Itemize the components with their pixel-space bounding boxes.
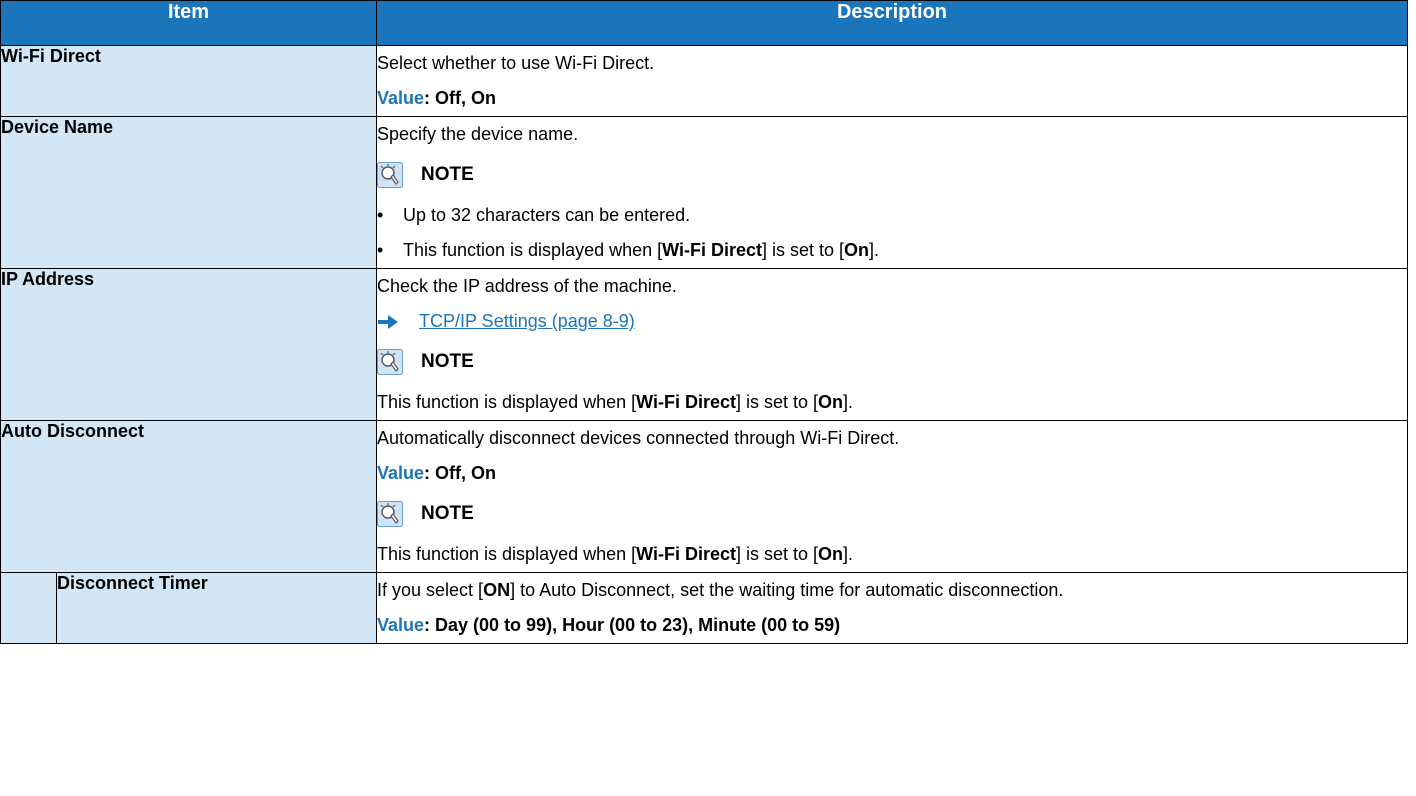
text-segment: This function is displayed when [ (377, 392, 637, 412)
bullet-text: This function is displayed when [Wi-Fi D… (403, 233, 879, 268)
lightbulb-note-icon (377, 349, 403, 375)
description-cell: Specify the device name. NOTE • Up to 32 … (376, 116, 1408, 269)
arrow-right-icon (377, 314, 399, 330)
bullet-icon: • (377, 240, 384, 260)
value-line: Value: Off, On (377, 456, 1407, 491)
table-header-row: Item Description (0, 0, 1408, 46)
value-line: Value: Off, On (377, 81, 1407, 116)
description-cell: Select whether to use Wi-Fi Direct. Valu… (376, 45, 1408, 117)
table-row: IP Address Check the IP address of the m… (0, 268, 1408, 421)
description-cell: If you select [ON] to Auto Disconnect, s… (376, 572, 1408, 644)
bold-segment: On (844, 240, 870, 260)
indent-cell (0, 572, 57, 644)
description-text: Check the IP address of the machine. (377, 276, 677, 296)
table-row: Disconnect Timer If you select [ON] to A… (0, 572, 1408, 644)
text-segment: This function is displayed when [ (377, 544, 637, 564)
description-text: Specify the device name. (377, 124, 579, 144)
tcpip-settings-link[interactable]: TCP/IP Settings (page 8-9) (419, 311, 635, 332)
item-auto-disconnect: Auto Disconnect (0, 420, 377, 573)
description-cell: Automatically disconnect devices connect… (376, 420, 1408, 573)
bullet-icon: • (377, 205, 384, 225)
bold-segment: On (818, 392, 844, 412)
note-heading: NOTE (377, 339, 1407, 385)
text-segment: ] is set to [ (761, 240, 845, 260)
value-label: Value (377, 615, 425, 635)
value-line: Value: Day (00 to 99), Hour (00 to 23), … (377, 608, 1407, 643)
note-title: NOTE (421, 351, 474, 372)
text-segment: ]. (869, 240, 880, 260)
text-segment: ] is set to [ (735, 392, 819, 412)
note-text: This function is displayed when [Wi-Fi D… (377, 385, 1407, 420)
lightbulb-note-icon (377, 501, 403, 527)
bold-segment: On (818, 544, 844, 564)
table-row: Wi-Fi Direct Select whether to use Wi-Fi… (0, 45, 1408, 117)
lightbulb-note-icon (377, 162, 403, 188)
value-text: : Off, On (424, 88, 497, 108)
item-ip-address: IP Address (0, 268, 377, 421)
text-segment: ]. (843, 392, 854, 412)
item-wifi-direct: Wi-Fi Direct (0, 45, 377, 117)
bold-segment: Wi-Fi Direct (662, 240, 762, 260)
text-segment: ] is set to [ (735, 544, 819, 564)
value-label: Value (377, 88, 425, 108)
text-segment: ]. (843, 544, 854, 564)
table-row: Device Name Specify the device name. NOT… (0, 116, 1408, 269)
bold-segment: ON (483, 580, 511, 600)
description-text: Automatically disconnect devices connect… (377, 428, 900, 448)
note-title: NOTE (421, 164, 474, 185)
text-segment: ] to Auto Disconnect, set the waiting ti… (510, 580, 1064, 600)
bold-segment: Wi-Fi Direct (636, 544, 736, 564)
description-text: If you select [ON] to Auto Disconnect, s… (377, 573, 1407, 608)
text-segment: If you select [ (377, 580, 484, 600)
settings-table: Item Description Wi-Fi Direct Select whe… (0, 0, 1408, 644)
column-header-description: Description (376, 0, 1408, 46)
value-text: : Day (00 to 99), Hour (00 to 23), Minut… (424, 615, 841, 635)
text-segment: This function is displayed when [ (403, 240, 663, 260)
table-row: Auto Disconnect Automatically disconnect… (0, 420, 1408, 573)
bullet-text: Up to 32 characters can be entered. (403, 205, 691, 225)
item-disconnect-timer: Disconnect Timer (56, 572, 377, 644)
value-label: Value (377, 463, 425, 483)
note-text: This function is displayed when [Wi-Fi D… (377, 537, 1407, 572)
note-heading: NOTE (377, 152, 1407, 198)
note-heading: NOTE (377, 491, 1407, 537)
list-item: • Up to 32 characters can be entered. (377, 198, 1407, 233)
cross-reference: TCP/IP Settings (page 8-9) (377, 304, 1407, 339)
description-text: Select whether to use Wi-Fi Direct. (377, 53, 655, 73)
description-cell: Check the IP address of the machine. TCP… (376, 268, 1408, 421)
list-item: • This function is displayed when [Wi-Fi … (377, 233, 1407, 268)
column-header-item: Item (0, 0, 377, 46)
note-title: NOTE (421, 503, 474, 524)
value-text: : Off, On (424, 463, 497, 483)
item-device-name: Device Name (0, 116, 377, 269)
bold-segment: Wi-Fi Direct (636, 392, 736, 412)
